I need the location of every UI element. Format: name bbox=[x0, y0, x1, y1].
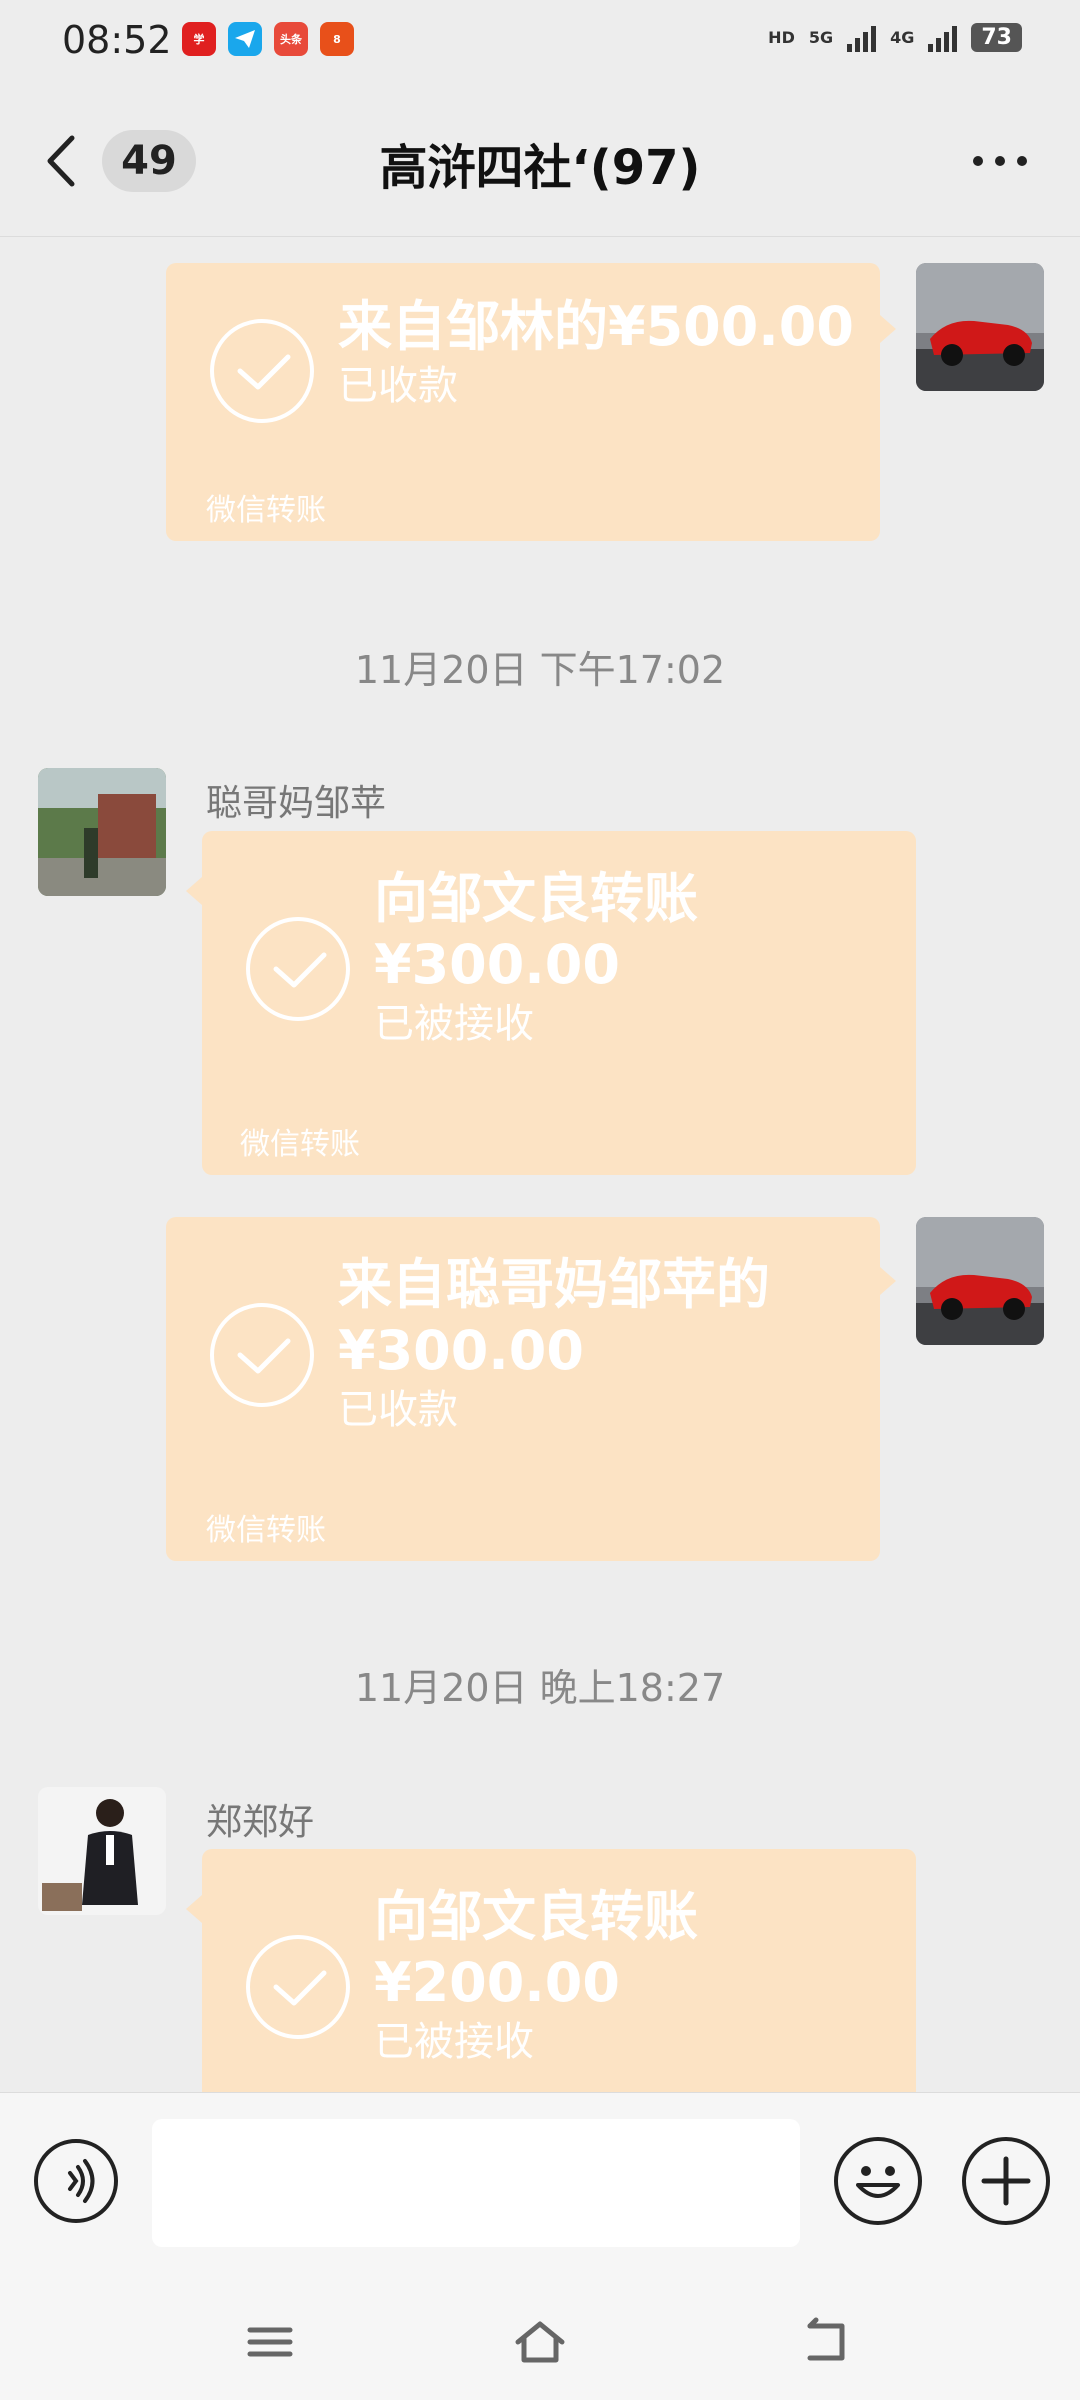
emoji-icon[interactable] bbox=[834, 2137, 922, 2225]
transfer-footer: 微信转账 bbox=[206, 1513, 326, 1548]
status-time: 08:52 bbox=[62, 18, 172, 62]
timestamp: 11月20日 下午17:02 bbox=[354, 648, 726, 692]
system-icons: HD 5G 4G 73 bbox=[768, 22, 1022, 52]
transfer-status: 已收款 bbox=[338, 363, 458, 409]
more-options-icon[interactable] bbox=[960, 136, 1040, 186]
transfer-card-sent[interactable]: 向邹文良转账 ¥300.00 已被接收 微信转账 bbox=[202, 831, 916, 1175]
network-4g-label: 4G bbox=[890, 27, 915, 47]
sender-name: 郑郑好 bbox=[206, 1802, 315, 1843]
telegram-icon bbox=[228, 22, 262, 56]
checkmark-icon bbox=[210, 319, 314, 423]
transfer-footer: 微信转账 bbox=[240, 1127, 360, 1162]
checkmark-icon bbox=[210, 1303, 314, 1407]
chat-title: 高浒四社‘(97) bbox=[379, 140, 701, 196]
transfer-card-received[interactable]: 来自聪哥妈邹苹的 ¥300.00 已收款 微信转账 bbox=[166, 1217, 880, 1561]
chat-header: 49 高浒四社‘(97) bbox=[0, 86, 1080, 237]
transfer-status: 已被接收 bbox=[374, 2019, 534, 2065]
message-input[interactable] bbox=[152, 2119, 800, 2247]
app-icon-1: 学 bbox=[182, 22, 216, 56]
sender-name: 聪哥妈邹苹 bbox=[206, 783, 387, 824]
app-icon-4: 8 bbox=[320, 22, 354, 56]
avatar-sender[interactable] bbox=[38, 1787, 166, 1915]
back-nav-icon[interactable] bbox=[796, 2312, 856, 2372]
transfer-status: 已收款 bbox=[338, 1387, 458, 1433]
transfer-title: 向邹文良转账 bbox=[374, 1885, 698, 1948]
notification-icons: 学 头条 8 bbox=[182, 22, 354, 56]
voice-input-icon[interactable] bbox=[34, 2139, 118, 2223]
home-icon[interactable] bbox=[510, 2312, 570, 2372]
transfer-status: 已被接收 bbox=[374, 1001, 534, 1047]
bubble-tail bbox=[186, 1895, 202, 1923]
system-navigation-bar bbox=[0, 2282, 1080, 2400]
transfer-amount: ¥300.00 bbox=[374, 933, 620, 996]
signal-5g-icon bbox=[847, 22, 877, 52]
avatar-self[interactable] bbox=[916, 1217, 1044, 1345]
bubble-tail bbox=[880, 315, 896, 343]
transfer-card-sent[interactable]: 向邹文良转账 ¥200.00 已被接收 bbox=[202, 1849, 916, 2092]
add-icon[interactable] bbox=[962, 2137, 1050, 2225]
transfer-card-received[interactable]: 来自邹林的¥500.00 已收款 微信转账 bbox=[166, 263, 880, 541]
avatar-self[interactable] bbox=[916, 263, 1044, 391]
timestamp: 11月20日 晚上18:27 bbox=[354, 1666, 726, 1710]
message-list[interactable]: 来自邹林的¥500.00 已收款 微信转账 11月20日 下午17:02 聪哥妈… bbox=[0, 237, 1080, 2092]
hd-icon: HD bbox=[768, 27, 795, 47]
bubble-tail bbox=[880, 1267, 896, 1295]
transfer-title: 向邹文良转账 bbox=[374, 867, 698, 930]
menu-icon[interactable] bbox=[240, 2312, 300, 2372]
checkmark-icon bbox=[246, 1935, 350, 2039]
battery-icon: 73 bbox=[971, 22, 1022, 52]
transfer-title: 来自邹林的¥500.00 bbox=[338, 295, 854, 358]
transfer-footer: 微信转账 bbox=[206, 493, 326, 528]
network-5g-label: 5G bbox=[808, 27, 834, 47]
checkmark-icon bbox=[246, 917, 350, 1021]
signal-4g-icon bbox=[928, 22, 958, 52]
status-bar: 08:52 学 头条 8 HD 5G 4G 73 bbox=[0, 0, 1080, 86]
input-bar bbox=[0, 2092, 1080, 2283]
avatar-sender[interactable] bbox=[38, 768, 166, 896]
transfer-amount: ¥300.00 bbox=[338, 1319, 584, 1382]
transfer-amount: ¥200.00 bbox=[374, 1951, 620, 2014]
bubble-tail bbox=[186, 877, 202, 905]
transfer-title: 来自聪哥妈邹苹的 bbox=[338, 1253, 770, 1316]
app-icon-3: 头条 bbox=[274, 22, 308, 56]
